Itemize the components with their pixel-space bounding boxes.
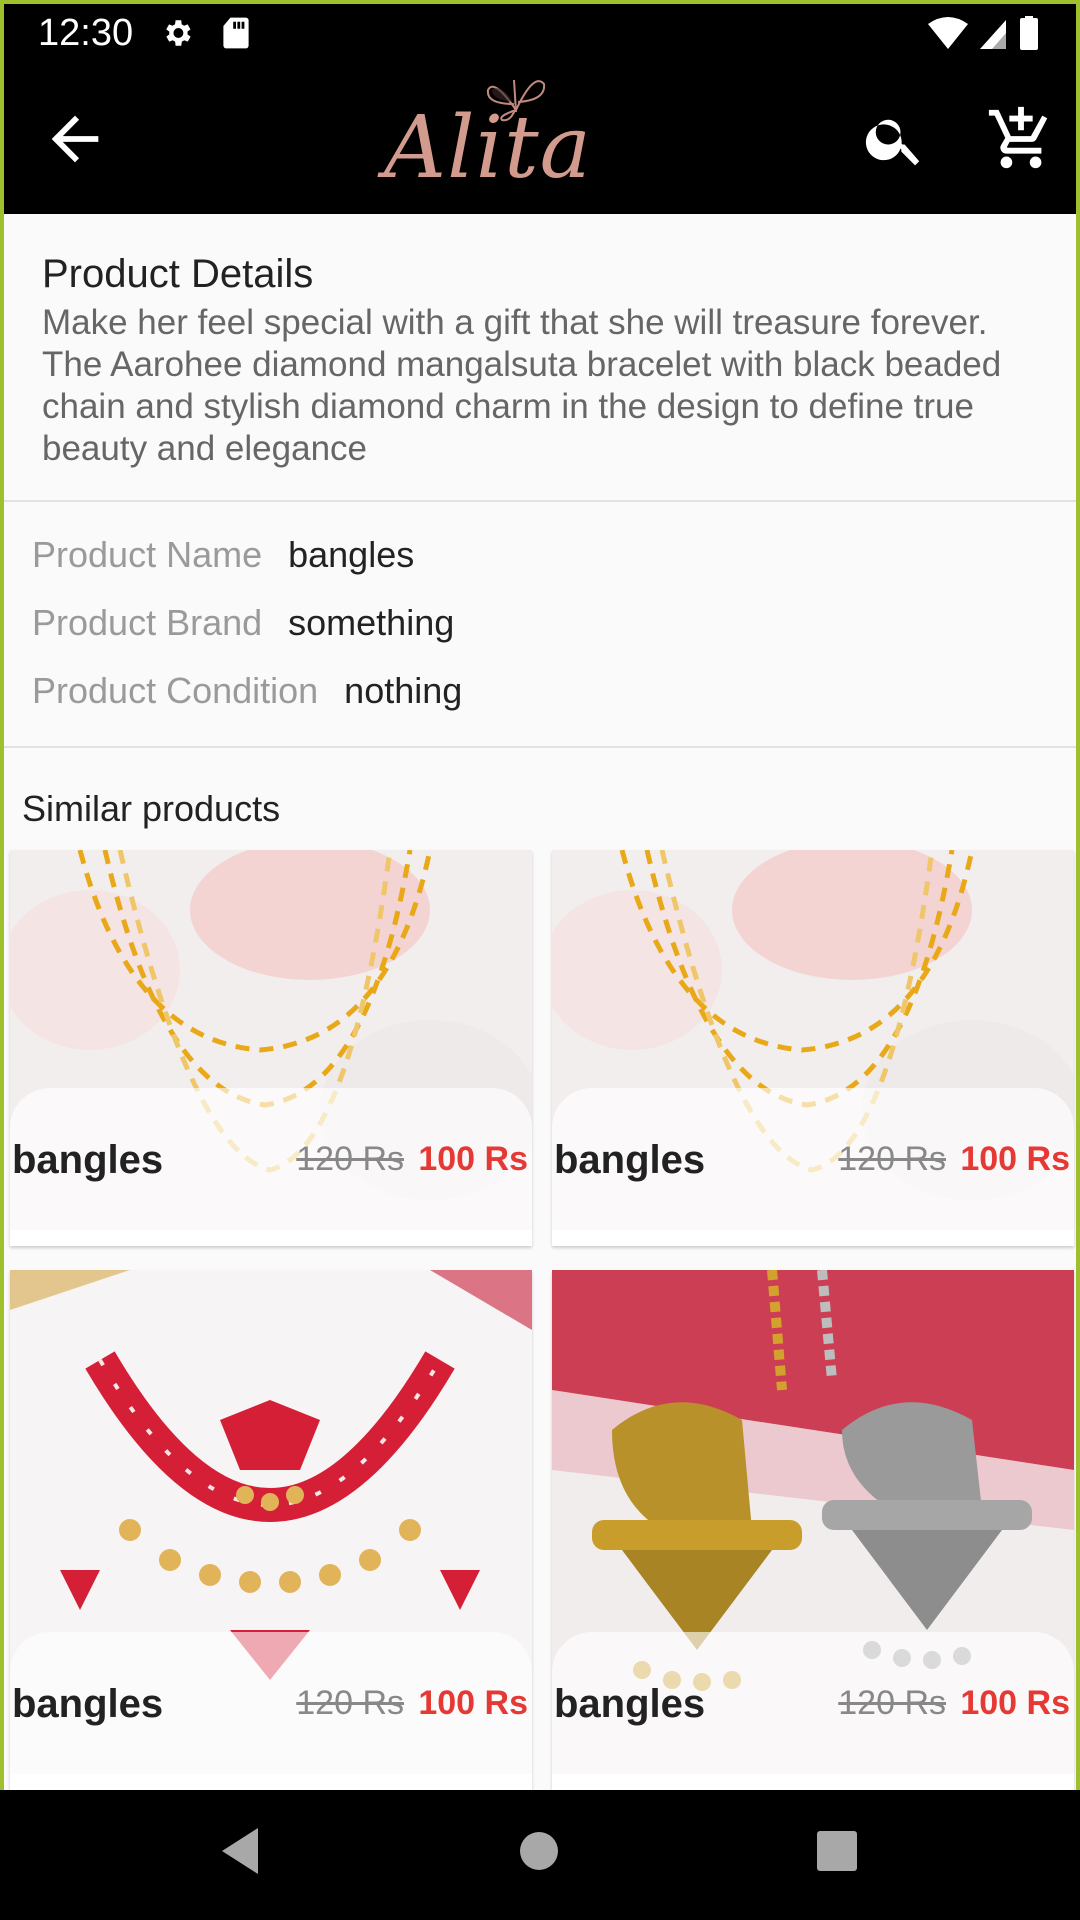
status-time: 12:30 xyxy=(38,12,134,54)
product-info-overlay: bangles 120 Rs 100 Rs xyxy=(552,1632,1074,1774)
product-card[interactable]: bangles 120 Rs 100 Rs xyxy=(10,850,532,1246)
product-specs: Product Name bangles Product Brand somethi… xyxy=(4,504,1076,748)
product-new-price: 100 Rs xyxy=(418,1140,528,1178)
sd-card-icon xyxy=(223,17,249,49)
app-frame: 12:30 Alita Product Details Make her fee… xyxy=(4,4,1076,1790)
product-new-price: 100 Rs xyxy=(960,1140,1070,1178)
spec-label: Product Name xyxy=(32,534,263,575)
search-icon[interactable] xyxy=(862,106,928,172)
wifi-icon xyxy=(928,17,968,49)
app-logo: Alita xyxy=(384,70,591,200)
product-old-price: 120 Rs xyxy=(838,1684,946,1722)
add-to-cart-icon[interactable] xyxy=(986,104,1056,174)
nav-back-icon[interactable] xyxy=(218,1826,262,1876)
spec-row-brand: Product Brand something xyxy=(32,602,454,652)
product-card[interactable]: bangles 120 Rs 100 Rs xyxy=(10,1270,532,1790)
status-bar: 12:30 xyxy=(4,4,1076,60)
similar-products-title: Similar products xyxy=(22,788,281,829)
spec-label: Product Condition xyxy=(32,670,319,711)
product-info-overlay: bangles 120 Rs 100 Rs xyxy=(552,1088,1074,1230)
spec-row-name: Product Name bangles xyxy=(32,534,414,584)
nav-home-icon[interactable] xyxy=(518,1830,560,1872)
spec-label: Product Brand xyxy=(32,602,263,643)
product-name: bangles xyxy=(554,1138,706,1182)
gear-icon xyxy=(166,20,191,46)
product-card[interactable]: bangles 120 Rs 100 Rs xyxy=(552,1270,1074,1790)
product-info-overlay: bangles 120 Rs 100 Rs xyxy=(10,1632,532,1774)
description-title: Product Details xyxy=(42,252,314,296)
product-info-overlay: bangles 120 Rs 100 Rs xyxy=(10,1088,532,1230)
product-description: Product Details Make her feel special wi… xyxy=(4,216,1076,502)
spec-row-condition: Product Condition nothing xyxy=(32,670,462,720)
product-old-price: 120 Rs xyxy=(296,1684,404,1722)
spec-value: something xyxy=(288,602,455,643)
product-name: bangles xyxy=(12,1138,164,1182)
spec-value: bangles xyxy=(288,534,415,575)
description-body: Make her feel special with a gift that s… xyxy=(42,303,1002,468)
spec-value: nothing xyxy=(344,670,463,711)
product-name: bangles xyxy=(12,1682,164,1726)
butterfly-icon xyxy=(486,79,546,122)
app-toolbar: Alita xyxy=(4,60,1076,214)
system-nav-bar xyxy=(0,1790,1080,1920)
product-name: bangles xyxy=(554,1682,706,1726)
product-old-price: 120 Rs xyxy=(838,1140,946,1178)
product-new-price: 100 Rs xyxy=(418,1684,528,1722)
status-right-icons xyxy=(928,16,1038,50)
product-new-price: 100 Rs xyxy=(960,1684,1070,1722)
product-card[interactable]: bangles 120 Rs 100 Rs xyxy=(552,850,1074,1246)
back-arrow-icon[interactable] xyxy=(40,104,110,174)
product-old-price: 120 Rs xyxy=(296,1140,404,1178)
nav-recents-icon[interactable] xyxy=(816,1830,858,1872)
battery-icon xyxy=(1020,18,1038,50)
